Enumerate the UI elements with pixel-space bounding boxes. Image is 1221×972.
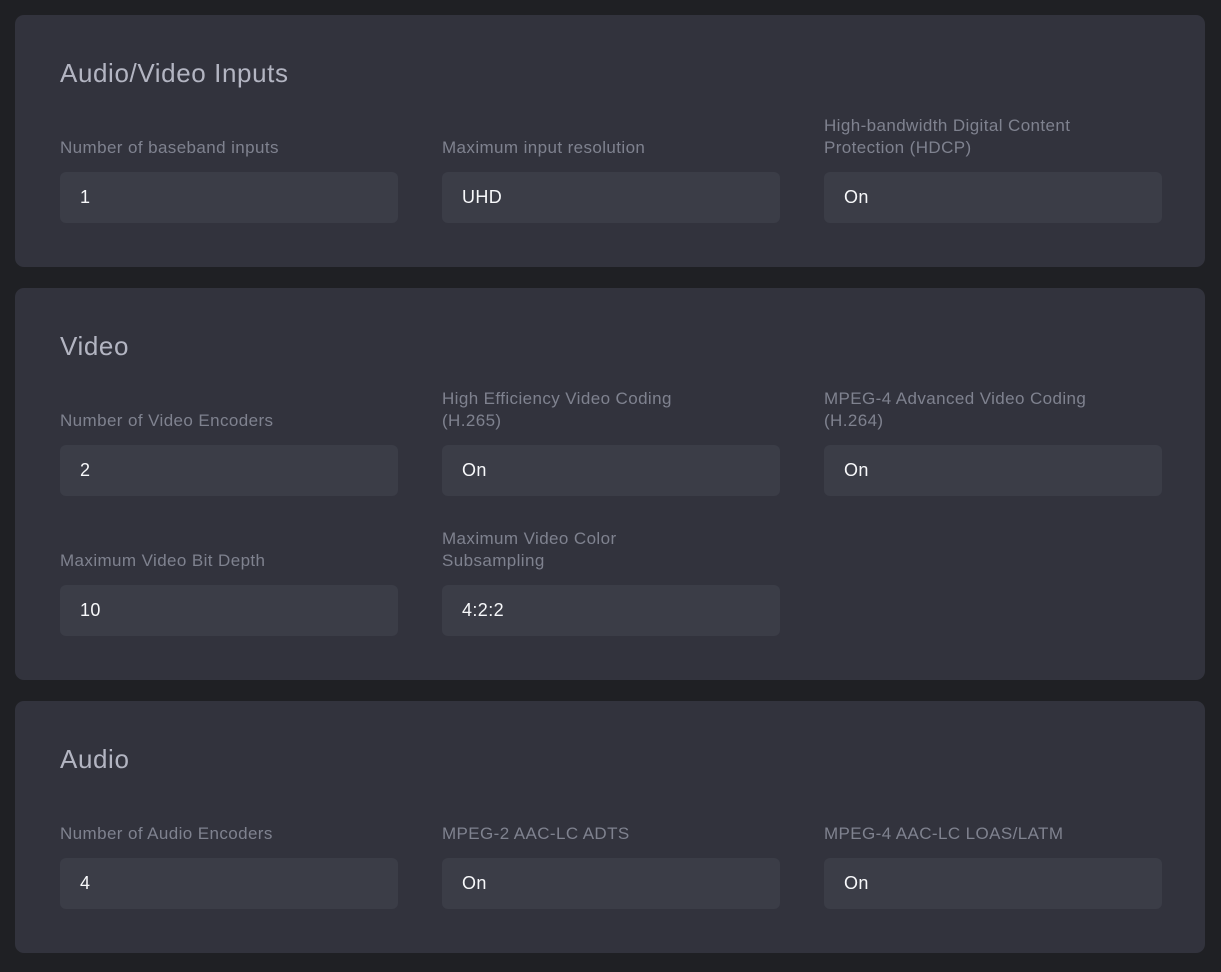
- field-number-of-video-encoders: Number of Video Encoders 2: [60, 388, 398, 496]
- field-grid-audio-video-inputs: Number of baseband inputs 1 Maximum inpu…: [60, 115, 1162, 223]
- field-grid-video: Number of Video Encoders 2 High Efficien…: [60, 388, 1162, 636]
- field-value-box[interactable]: On: [442, 858, 780, 909]
- field-value-box[interactable]: 10: [60, 585, 398, 636]
- field-label: Maximum input resolution: [442, 115, 780, 159]
- field-value-box[interactable]: On: [442, 445, 780, 496]
- field-label: High Efficiency Video Coding (H.265): [442, 388, 780, 432]
- section-audio-video-inputs: Audio/Video Inputs Number of baseband in…: [15, 15, 1205, 267]
- field-value: 1: [80, 187, 90, 208]
- field-value: On: [844, 460, 869, 481]
- field-maximum-video-color-subsampling: Maximum Video Color Subsampling 4:2:2: [442, 528, 780, 636]
- field-maximum-input-resolution: Maximum input resolution UHD: [442, 115, 780, 223]
- field-value: 4: [80, 873, 90, 894]
- device-specs-page: Audio/Video Inputs Number of baseband in…: [15, 15, 1205, 953]
- field-value-box[interactable]: On: [824, 172, 1162, 223]
- field-value-box[interactable]: 4:2:2: [442, 585, 780, 636]
- field-value-box[interactable]: 1: [60, 172, 398, 223]
- field-value: 10: [80, 600, 101, 621]
- field-value-box[interactable]: 2: [60, 445, 398, 496]
- field-value-box[interactable]: UHD: [442, 172, 780, 223]
- field-value-box[interactable]: On: [824, 858, 1162, 909]
- field-label: Number of Video Encoders: [60, 388, 398, 432]
- field-grid-audio: Number of Audio Encoders 4 MPEG-2 AAC-LC…: [60, 801, 1162, 909]
- section-title-audio-video-inputs: Audio/Video Inputs: [60, 57, 1162, 89]
- field-label: High-bandwidth Digital Content Protectio…: [824, 115, 1162, 159]
- field-value-box[interactable]: 4: [60, 858, 398, 909]
- field-label: MPEG-4 Advanced Video Coding (H.264): [824, 388, 1162, 432]
- section-video: Video Number of Video Encoders 2 High Ef…: [15, 288, 1205, 680]
- section-audio: Audio Number of Audio Encoders 4 MPEG-2 …: [15, 701, 1205, 953]
- field-hevc-h265: High Efficiency Video Coding (H.265) On: [442, 388, 780, 496]
- field-value: On: [844, 187, 869, 208]
- section-title-audio: Audio: [60, 743, 1162, 775]
- field-value-box[interactable]: On: [824, 445, 1162, 496]
- field-value: On: [844, 873, 869, 894]
- field-mpeg4-aac-lc-loas-latm: MPEG-4 AAC-LC LOAS/LATM On: [824, 801, 1162, 909]
- field-number-of-audio-encoders: Number of Audio Encoders 4: [60, 801, 398, 909]
- field-label: Maximum Video Color Subsampling: [442, 528, 780, 572]
- field-label: Number of Audio Encoders: [60, 801, 398, 845]
- field-value: 4:2:2: [462, 600, 504, 621]
- field-number-of-baseband-inputs: Number of baseband inputs 1: [60, 115, 398, 223]
- field-value: 2: [80, 460, 90, 481]
- field-maximum-video-bit-depth: Maximum Video Bit Depth 10: [60, 528, 398, 636]
- field-label: MPEG-2 AAC-LC ADTS: [442, 801, 780, 845]
- field-value: On: [462, 460, 487, 481]
- field-value: UHD: [462, 187, 502, 208]
- field-label: MPEG-4 AAC-LC LOAS/LATM: [824, 801, 1162, 845]
- field-label: Maximum Video Bit Depth: [60, 528, 398, 572]
- field-value: On: [462, 873, 487, 894]
- field-mpeg2-aac-lc-adts: MPEG-2 AAC-LC ADTS On: [442, 801, 780, 909]
- field-hdcp: High-bandwidth Digital Content Protectio…: [824, 115, 1162, 223]
- field-label: Number of baseband inputs: [60, 115, 398, 159]
- section-title-video: Video: [60, 330, 1162, 362]
- field-avc-h264: MPEG-4 Advanced Video Coding (H.264) On: [824, 388, 1162, 496]
